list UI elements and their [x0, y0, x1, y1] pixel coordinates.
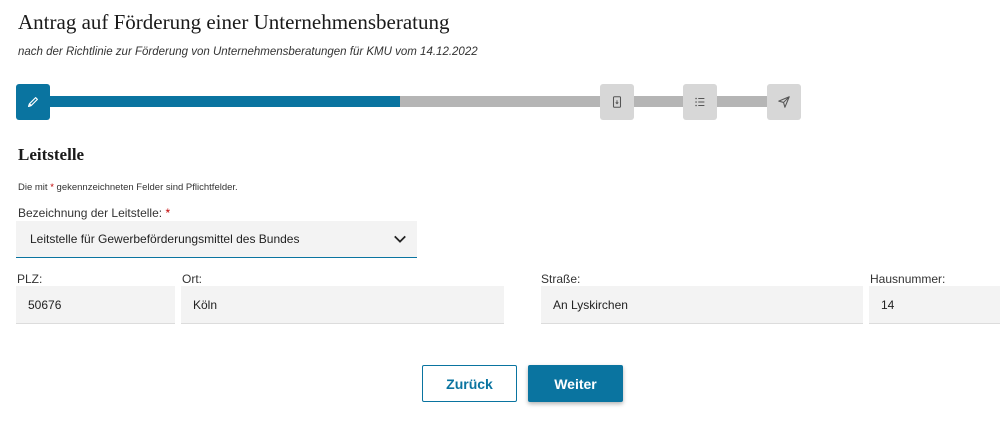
progress-bar-remaining — [400, 96, 784, 107]
hausnummer-label: Hausnummer: — [870, 272, 946, 286]
step-4-submit[interactable] — [767, 84, 801, 120]
strasse-label: Straße: — [541, 272, 581, 286]
progress-bar-completed — [50, 96, 400, 107]
leitstelle-selected-value: Leitstelle für Gewerbeförderungsmittel d… — [30, 232, 300, 246]
list-icon — [695, 97, 705, 107]
step-1-edit[interactable] — [16, 84, 50, 120]
step-3-overview[interactable] — [683, 84, 717, 120]
ort-input[interactable] — [181, 286, 504, 324]
leitstelle-label: Bezeichnung der Leitstelle: * — [18, 206, 171, 220]
required-star: * — [165, 206, 171, 220]
next-button[interactable]: Weiter — [528, 365, 623, 402]
chevron-down-icon — [394, 235, 406, 243]
plz-label: PLZ: — [17, 272, 43, 286]
progress-stepper — [0, 84, 1000, 122]
document-icon — [612, 96, 622, 108]
hausnummer-input[interactable] — [869, 286, 1000, 324]
send-icon — [778, 96, 790, 108]
back-button[interactable]: Zurück — [422, 365, 517, 402]
plz-input[interactable] — [16, 286, 175, 324]
section-title: Leitstelle — [18, 145, 85, 164]
ort-label: Ort: — [182, 272, 202, 286]
step-2-document[interactable] — [600, 84, 634, 120]
page-subtitle: nach der Richtlinie zur Förderung von Un… — [18, 46, 478, 58]
leitstelle-select[interactable]: Leitstelle für Gewerbeförderungsmittel d… — [16, 221, 417, 258]
pencil-icon — [28, 97, 38, 107]
strasse-input[interactable] — [541, 286, 863, 324]
required-fields-note: Die mit * gekennzeichneten Felder sind P… — [18, 182, 238, 193]
page-title: Antrag auf Förderung einer Unternehmensb… — [18, 10, 450, 34]
